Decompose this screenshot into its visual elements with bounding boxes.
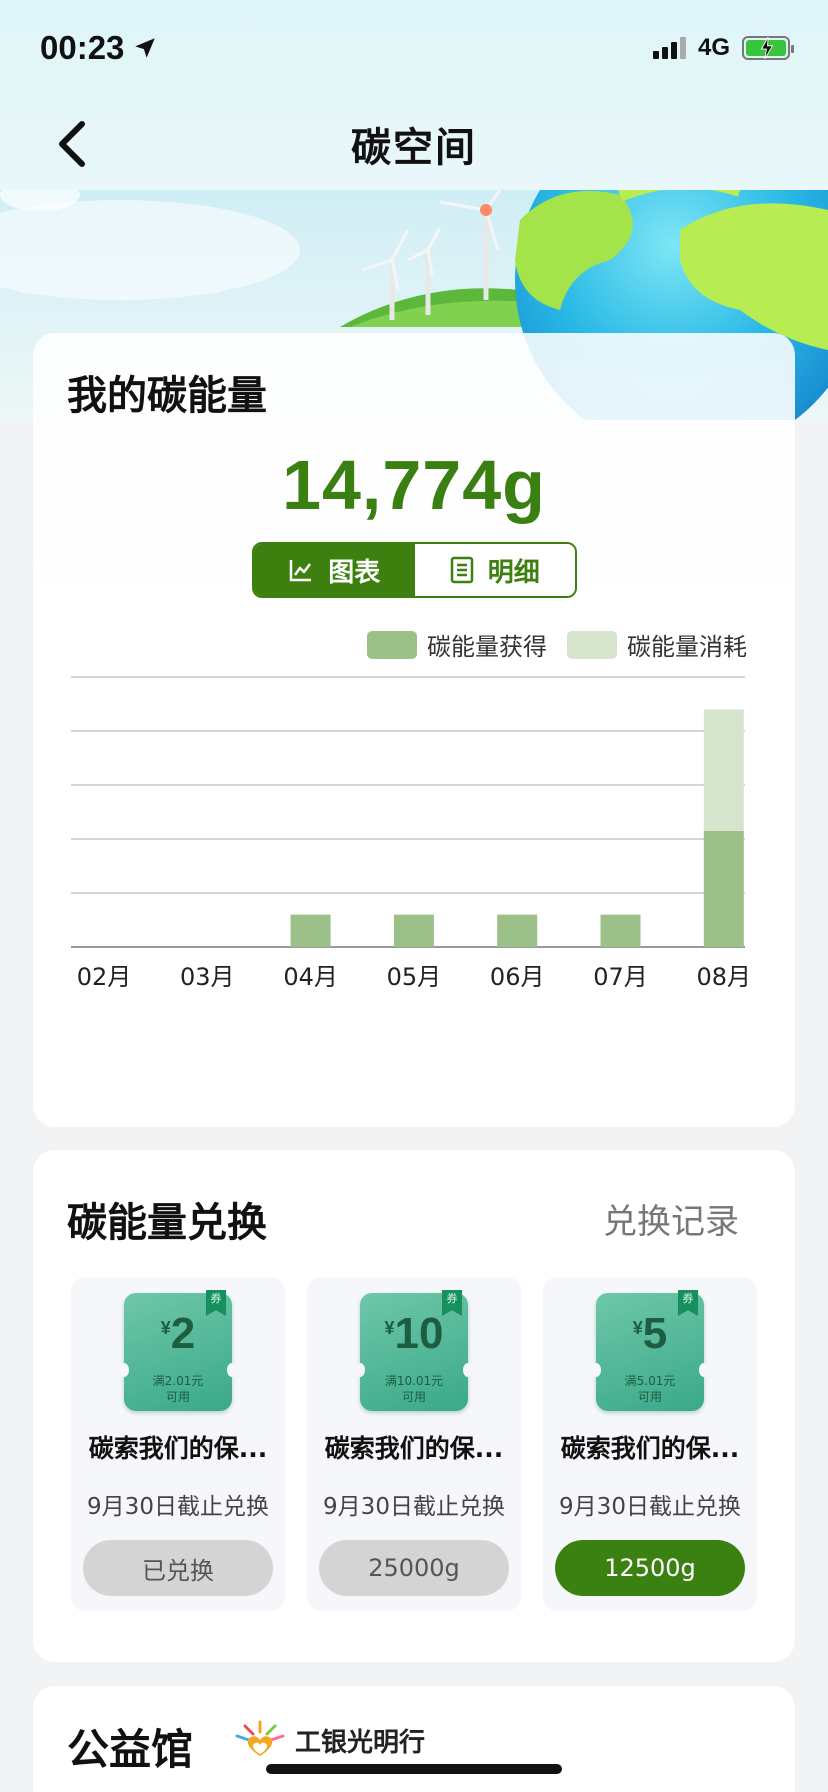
coupon-currency: ¥ [384,1318,395,1338]
chevron-left-icon [59,121,85,167]
tab-detail-label: 明细 [487,557,540,588]
legend-consume: 碳能量消耗 [567,627,747,662]
back-button[interactable] [44,116,100,172]
coupon-usable: 可用 [637,1390,662,1404]
x-tick-label: 06月 [490,963,545,991]
coupon-value: 5 [642,1309,668,1358]
charity-logo-text: 工银光明行 [295,1727,426,1758]
bar-gain [703,830,744,947]
line-chart-icon [289,560,312,582]
list-document-icon [450,556,473,584]
x-tick-label: 04月 [283,963,338,991]
coupon-card[interactable]: 券 ¥10 满10.01元 可用 碳索我们的保... 9月30日截止兑换 2500… [307,1277,521,1611]
coupon-threshold: 满2.01元 [152,1374,204,1388]
coupon-currency: ¥ [160,1318,171,1338]
coupon-name: 碳索我们的保... [88,1434,268,1463]
legend-gain-swatch [367,630,417,659]
x-tick-label: 02月 [77,963,132,991]
charity-card: 公益馆 工银光明行 [33,1686,795,1792]
label-clip-mask [33,952,71,1002]
legend-gain: 碳能量获得 [367,627,547,662]
energy-amount: 14,774g [282,446,546,524]
legend-consume-swatch [567,630,617,659]
coupon-deadline: 9月30日截止兑换 [559,1494,741,1520]
tab-detail[interactable]: 明细 [414,544,575,596]
coupon-deadline: 9月30日截止兑换 [87,1494,269,1520]
coupon-amount: ¥10 [360,1309,468,1359]
monthly-energy-chart: 02月 03月 04月 05月 06月 07月 08月 [33,676,752,1002]
coupon-threshold: 满10.01元 [384,1374,444,1388]
x-tick-label: 07月 [593,963,648,991]
exchange-title: 碳能量兑换 [67,1200,267,1246]
coupon-ticket: 券 ¥2 满2.01元 可用 [119,1290,237,1411]
tab-chart[interactable]: 图表 [254,544,415,596]
coupon-condition: 满2.01元 可用 [124,1373,232,1405]
coupon-usable: 可用 [401,1390,426,1404]
status-indicators: 4G [652,34,794,62]
exchange-button[interactable]: 25000g [319,1540,509,1596]
bar-gain [600,914,641,947]
legend-gain-label: 碳能量获得 [427,633,547,661]
coupon-name: 碳索我们的保... [324,1434,504,1463]
signal-icon [652,37,686,59]
x-tick-label: 03月 [180,963,235,991]
location-arrow-icon [135,38,156,58]
coupon-ticket: 券 ¥5 满5.01元 可用 [591,1290,709,1411]
coupon-currency: ¥ [632,1318,643,1338]
bar-gain [393,914,434,947]
charity-title: 公益馆 [67,1725,194,1774]
coupon-condition: 满10.01元 可用 [360,1373,468,1405]
view-toggle: 图表 明细 [252,542,577,598]
exchange-record-link[interactable]: 兑换记录 [603,1194,739,1243]
coupon-usable: 可用 [165,1390,190,1404]
coupon-name: 碳索我们的保... [560,1434,740,1463]
coupon-value: 10 [394,1309,444,1358]
bar-gain [497,914,538,947]
coupon-amount: ¥2 [124,1309,232,1359]
coupon-deadline: 9月30日截止兑换 [323,1494,505,1520]
home-indicator [266,1764,562,1774]
coupon-ticket: 券 ¥10 满10.01元 可用 [355,1290,473,1411]
energy-title: 我的碳能量 [67,373,267,419]
energy-exchange-card: 碳能量兑换 兑换记录 券 ¥2 满2.01元 可用 碳索我们的保... 9月30日… [33,1150,795,1662]
battery-charging-icon [742,36,794,60]
coupon-condition: 满5.01元 可用 [596,1373,704,1405]
coupon-amount: ¥5 [596,1309,704,1359]
chart-legend: 碳能量获得 碳能量消耗 [367,627,747,662]
x-tick-label: 05月 [387,963,442,991]
redeemed-button[interactable]: 已兑换 [83,1540,273,1596]
coupon-card[interactable]: 券 ¥5 满5.01元 可用 碳索我们的保... 9月30日截止兑换 12500g [543,1277,757,1611]
coupon-threshold: 满5.01元 [624,1374,676,1388]
page-title: 碳空间 [351,125,477,171]
status-bar: 00:23 4G [0,0,828,96]
clock: 00:23 [40,29,125,66]
exchange-button[interactable]: 12500g [555,1540,745,1596]
coupon-card[interactable]: 券 ¥2 满2.01元 可用 碳索我们的保... 9月30日截止兑换 已兑换 [71,1277,285,1611]
heart-sun-logo-icon [235,1720,285,1756]
tab-chart-label: 图表 [328,557,381,588]
status-time: 00:23 [40,29,158,67]
legend-consume-label: 碳能量消耗 [627,633,747,661]
charity-logo[interactable]: 工银光明行 [233,1720,425,1760]
bar-gain [290,914,331,947]
bar-consume [703,709,744,831]
navigation-bar: 碳空间 [0,96,828,192]
coupon-value: 2 [170,1309,196,1358]
carbon-energy-card: 我的碳能量 14,774g 图表 明细 碳能量获得 碳能量消耗 02月 03月 04… [33,333,795,1127]
network-label: 4G [697,34,730,61]
x-tick-label: 08月 [697,963,752,991]
